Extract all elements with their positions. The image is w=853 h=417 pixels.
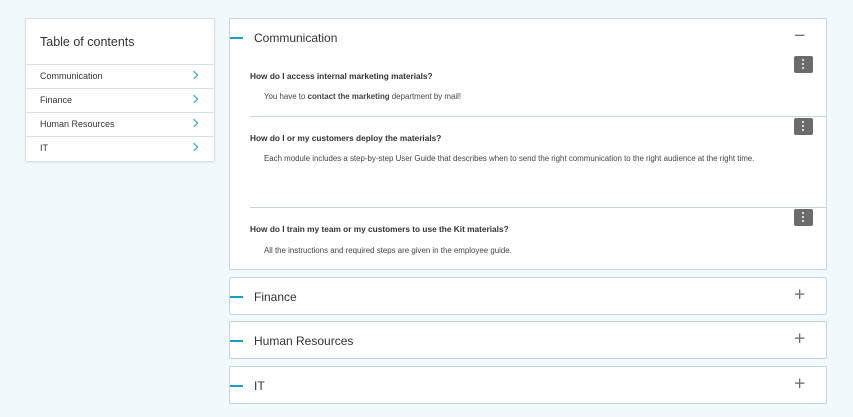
toc-item-label: Human Resources — [40, 119, 115, 129]
divider — [250, 116, 827, 117]
chevron-right-icon — [189, 142, 199, 152]
minus-icon[interactable]: − — [793, 28, 806, 43]
faq-answer: Each module includes a step-by-step User… — [264, 154, 755, 163]
chevron-right-icon — [189, 70, 199, 80]
toc-item-label: Communication — [40, 71, 103, 81]
chevron-right-icon — [189, 94, 199, 104]
accent-dash — [230, 296, 243, 298]
toc-item-it[interactable]: IT — [26, 137, 214, 161]
accordion-header-finance[interactable]: Finance + — [230, 278, 826, 316]
toc-item-label: IT — [40, 143, 48, 153]
accordion-header-communication[interactable]: Communication − — [230, 19, 826, 57]
panel-title: IT — [254, 379, 265, 393]
accent-dash — [230, 385, 243, 387]
faq-answer: All the instructions and required steps … — [264, 246, 512, 255]
faq-answer: You have to contact the marketing depart… — [264, 92, 462, 101]
accordion-panel-communication: Communication − How do I access internal… — [229, 18, 827, 270]
accordion-panel-human-resources: Human Resources + — [229, 321, 827, 359]
accordion-panel-it: IT + — [229, 366, 827, 404]
panel-title: Communication — [254, 31, 338, 45]
toc-title: Table of contents — [26, 19, 214, 65]
faq-question: How do I train my team or my customers t… — [250, 224, 509, 234]
kebab-menu-icon[interactable] — [794, 56, 813, 73]
plus-icon[interactable]: + — [793, 287, 806, 302]
accent-dash — [230, 340, 243, 342]
accordion-header-it[interactable]: IT + — [230, 367, 826, 405]
kebab-menu-icon[interactable] — [794, 118, 813, 135]
toc-item-human-resources[interactable]: Human Resources — [26, 113, 214, 137]
chevron-right-icon — [189, 118, 199, 128]
accordion-panel-finance: Finance + — [229, 277, 827, 315]
panel-title: Human Resources — [254, 334, 354, 348]
toc-item-communication[interactable]: Communication — [26, 65, 214, 89]
panel-title: Finance — [254, 290, 297, 304]
table-of-contents: Table of contents Communication Finance … — [25, 18, 215, 162]
faq-question: How do I or my customers deploy the mate… — [250, 133, 442, 143]
faq-question: How do I access internal marketing mater… — [250, 71, 433, 81]
toc-item-label: Finance — [40, 95, 73, 105]
plus-icon[interactable]: + — [793, 331, 806, 346]
toc-item-finance[interactable]: Finance — [26, 89, 214, 113]
divider — [250, 207, 827, 208]
kebab-menu-icon[interactable] — [794, 209, 813, 226]
accordion-header-human-resources[interactable]: Human Resources + — [230, 322, 826, 360]
accent-dash — [230, 37, 243, 39]
plus-icon[interactable]: + — [793, 376, 806, 391]
